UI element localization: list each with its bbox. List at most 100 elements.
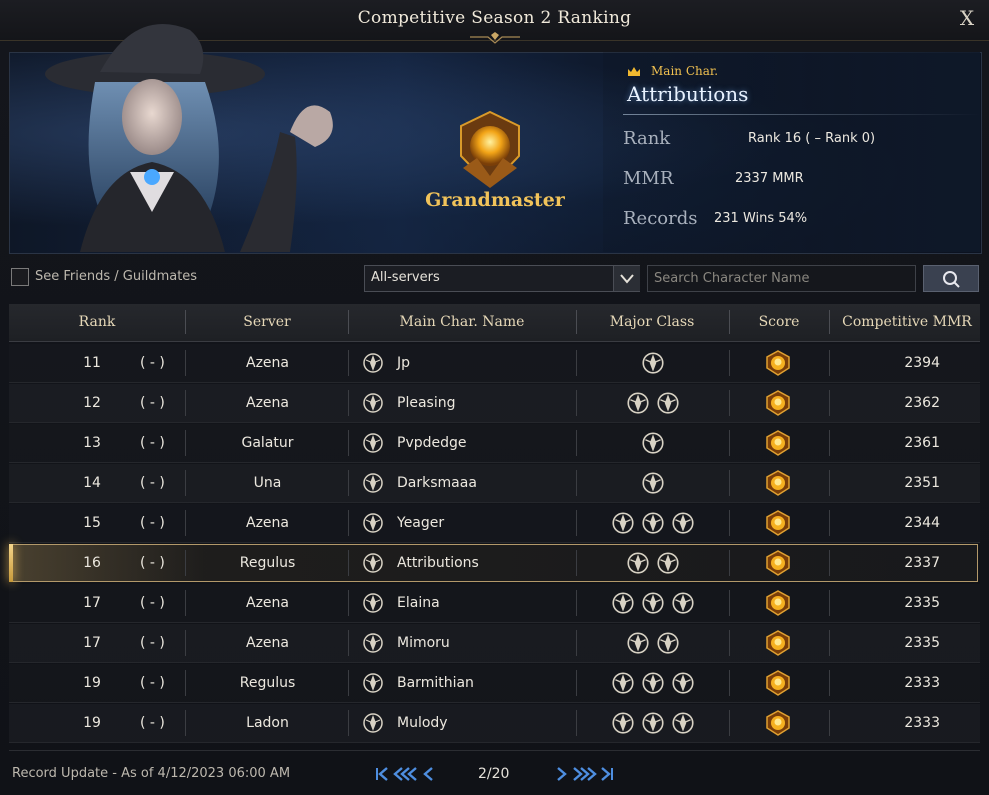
score-tier-icon: [765, 510, 791, 540]
rank-change-cell: ( - ): [140, 515, 165, 531]
close-button[interactable]: X: [955, 6, 979, 30]
major-class-cell: [610, 670, 696, 696]
last-page-icon[interactable]: [601, 767, 613, 781]
character-name-cell[interactable]: Jp: [397, 355, 410, 371]
server-select-value: All-servers: [371, 270, 440, 285]
mmr-cell: 2351: [904, 475, 940, 491]
paladin-class-icon: [610, 710, 636, 740]
major-class-cell: [640, 470, 666, 496]
deathblade-class-icon: [361, 431, 385, 459]
paladin-class-icon: [610, 590, 636, 620]
stat-value-records: 231 Wins 54%: [714, 211, 808, 226]
sorceress-class-icon: [655, 550, 681, 580]
main-char-label: Main Char.: [651, 64, 719, 78]
search-input[interactable]: [647, 265, 916, 292]
header-major-class[interactable]: Major Class: [592, 314, 712, 330]
mmr-cell: 2361: [904, 435, 940, 451]
wardancer-class-icon: [640, 710, 666, 740]
shadowhunter-class-icon: [640, 510, 666, 540]
rank-change-cell: ( - ): [140, 475, 165, 491]
title-ornament-icon: [470, 32, 520, 44]
mmr-cell: 2394: [904, 355, 940, 371]
paladin-class-icon: [670, 510, 696, 540]
character-name-cell[interactable]: Mimoru: [397, 635, 450, 651]
server-cell: Una: [253, 475, 282, 491]
rank-change-cell: ( - ): [140, 635, 165, 651]
soulfist-class-icon: [655, 630, 681, 660]
friends-checkbox[interactable]: [11, 268, 29, 286]
major-class-cell: [610, 510, 696, 536]
next-page-icon[interactable]: [557, 767, 567, 781]
character-name-cell[interactable]: Pvpdedge: [397, 435, 467, 451]
sorceress-class-icon: [640, 590, 666, 620]
friends-checkbox-label: See Friends / Guildmates: [35, 269, 198, 284]
pager-first-prev: [376, 767, 433, 781]
character-name-cell[interactable]: Barmithian: [397, 675, 474, 691]
prev-ten-icon[interactable]: [393, 767, 417, 781]
mmr-cell: 2337: [904, 555, 940, 571]
rank-cell: 17: [83, 635, 101, 651]
stat-label-rank: Rank: [623, 128, 671, 149]
next-ten-icon[interactable]: [573, 767, 597, 781]
server-cell: Ladon: [246, 715, 289, 731]
rank-cell: 12: [83, 395, 101, 411]
header-main-char-name[interactable]: Main Char. Name: [382, 314, 542, 330]
rank-change-cell: ( - ): [140, 355, 165, 371]
wardancer-class-icon: [361, 471, 385, 499]
tier-name: Grandmaster: [425, 189, 565, 211]
server-select-toggle[interactable]: [613, 266, 640, 291]
mmr-cell: 2362: [904, 395, 940, 411]
wardancer-class-icon: [670, 590, 696, 620]
bard-class-icon: [361, 391, 385, 419]
prev-page-icon[interactable]: [423, 767, 433, 781]
character-name-cell[interactable]: Attributions: [397, 555, 479, 571]
bard-class-icon: [625, 630, 651, 660]
major-class-cell: [625, 550, 681, 576]
record-update-text: Record Update - As of 4/12/2023 06:00 AM: [12, 766, 291, 781]
major-class-cell: [610, 590, 696, 616]
character-name-cell[interactable]: Elaina: [397, 595, 440, 611]
character-portrait: [45, 23, 333, 252]
rank-change-cell: ( - ): [140, 555, 165, 571]
server-cell: Azena: [246, 635, 289, 651]
header-server[interactable]: Server: [227, 314, 307, 330]
soulfist-class-icon: [361, 631, 385, 659]
score-tier-icon: [765, 670, 791, 700]
server-cell: Azena: [246, 515, 289, 531]
wardancer-class-icon: [625, 390, 651, 420]
rank-cell: 16: [83, 555, 101, 571]
character-name-cell[interactable]: Darksmaaa: [397, 475, 477, 491]
rank-cell: 11: [83, 355, 101, 371]
stat-label-records: Records: [623, 208, 698, 229]
scrapper-class-icon: [361, 511, 385, 539]
major-class-cell: [625, 630, 681, 656]
rank-cell: 17: [83, 595, 101, 611]
header-score[interactable]: Score: [749, 314, 809, 330]
character-name-cell[interactable]: Pleasing: [397, 395, 455, 411]
berserker-class-icon: [655, 390, 681, 420]
score-tier-icon: [765, 630, 791, 660]
score-tier-icon: [765, 430, 791, 460]
server-cell: Azena: [246, 595, 289, 611]
character-name: Attributions: [627, 82, 749, 106]
header-competitive-mmr[interactable]: Competitive MMR: [833, 314, 981, 330]
server-cell: Regulus: [239, 675, 296, 691]
crown-icon: [628, 67, 640, 76]
pager-next-last: [557, 767, 613, 781]
search-button[interactable]: [923, 265, 979, 292]
grandmaster-medal-icon: [460, 110, 520, 188]
score-tier-icon: [765, 350, 791, 380]
character-name-cell[interactable]: Yeager: [397, 515, 444, 531]
search-icon: [943, 271, 960, 288]
header-rank[interactable]: Rank: [62, 314, 132, 330]
glaivier-class-icon: [610, 670, 636, 700]
selected-row-marker: [9, 544, 13, 582]
major-class-cell: [625, 390, 681, 416]
character-name-cell[interactable]: Mulody: [397, 715, 448, 731]
gunslinger-class-icon: [361, 351, 385, 379]
sorceress-class-icon: [361, 591, 385, 619]
major-class-cell: [610, 710, 696, 736]
artillerist-class-icon: [640, 350, 666, 380]
rank-change-cell: ( - ): [140, 595, 165, 611]
first-page-icon[interactable]: [376, 767, 388, 781]
